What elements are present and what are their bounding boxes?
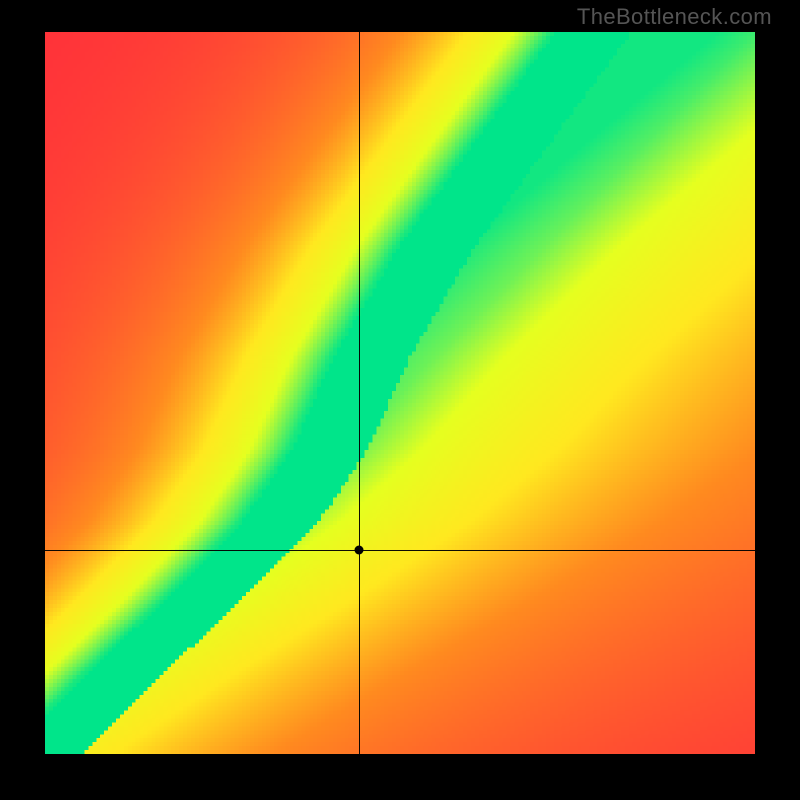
crosshair-horizontal <box>45 550 755 551</box>
selected-point-marker <box>354 545 363 554</box>
heatmap-canvas <box>45 32 755 754</box>
crosshair-vertical <box>359 32 360 754</box>
heatmap-plot <box>45 32 755 754</box>
watermark-text: TheBottleneck.com <box>577 4 772 30</box>
